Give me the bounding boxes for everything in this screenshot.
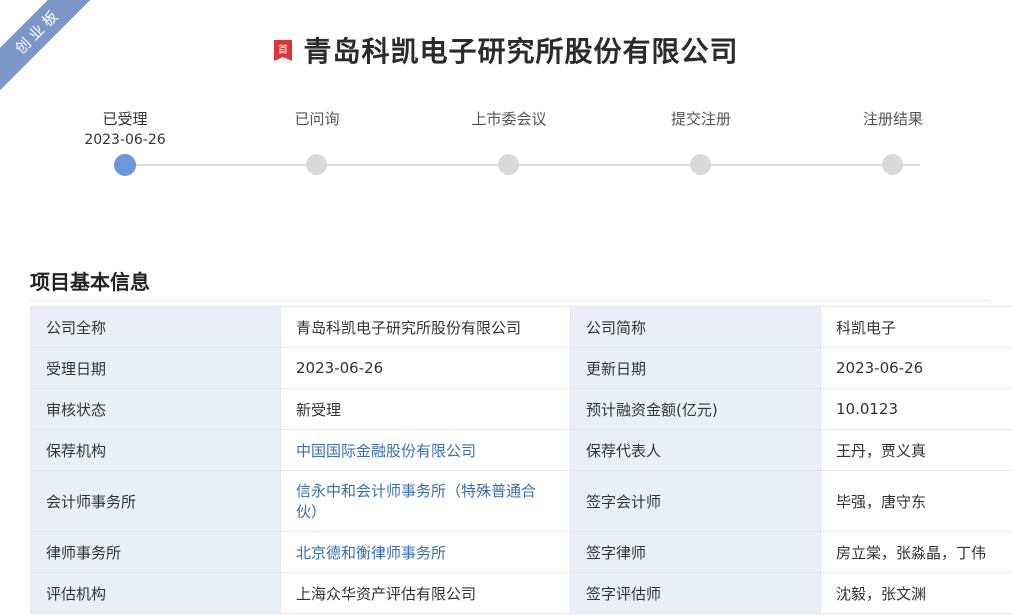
project-info-table: 公司全称 青岛科凯电子研究所股份有限公司 公司简称 科凯电子 受理日期 2023…: [30, 306, 1012, 614]
field-value: 2023-06-26: [820, 347, 1012, 389]
field-label: 保荐代表人: [570, 429, 821, 471]
section-title: 项目基本信息: [30, 270, 150, 294]
step-registration-result: 注册结果: [818, 108, 968, 175]
step-date: [818, 130, 968, 150]
step-dot: [690, 154, 711, 175]
field-value: 房立棠，张淼晶，丁伟: [820, 531, 1012, 573]
field-label: 评估机构: [30, 572, 281, 614]
step-date: 2023-06-26: [84, 132, 166, 148]
field-value: 新受理: [280, 388, 571, 430]
step-label: 注册结果: [862, 110, 923, 128]
field-label: 预计融资金额(亿元): [570, 388, 821, 430]
table-row: 受理日期 2023-06-26 更新日期 2023-06-26: [30, 347, 1012, 389]
field-value: 上海众华资产评估有限公司: [280, 572, 571, 614]
page-title: 青岛科凯电子研究所股份有限公司: [303, 35, 739, 68]
field-value: 青岛科凯电子研究所股份有限公司: [280, 306, 571, 348]
field-label: 会计师事务所: [30, 470, 281, 532]
field-label: 受理日期: [30, 347, 281, 389]
progress-steps: 已受理 2023-06-26 已问询 上市委会议 提交注册 注册结果: [30, 108, 990, 188]
field-label: 签字会计师: [570, 470, 821, 532]
field-value: 沈毅，张文渊: [820, 572, 1012, 614]
law-firm-link[interactable]: 北京德和衡律师事务所: [280, 531, 571, 573]
step-dot: [882, 154, 903, 175]
field-value: 2023-06-26: [280, 347, 571, 389]
step-dot: [498, 154, 519, 175]
step-inquired: 已问询: [242, 108, 392, 175]
table-row: 审核状态 新受理 预计融资金额(亿元) 10.0123: [30, 388, 1012, 430]
step-dot: [306, 154, 327, 175]
step-label: 提交注册: [670, 110, 731, 128]
progress-track: [125, 164, 920, 166]
step-listing-committee: 上市委会议: [434, 108, 584, 175]
field-value: 科凯电子: [820, 306, 1012, 348]
field-value: 王丹，贾义真: [820, 429, 1012, 471]
field-value: 10.0123: [820, 388, 1012, 430]
step-label: 已问询: [294, 110, 340, 128]
sponsor-link[interactable]: 中国国际金融股份有限公司: [280, 429, 571, 471]
step-label: 上市委会议: [471, 110, 547, 128]
step-date: [626, 130, 776, 150]
table-row: 保荐机构 中国国际金融股份有限公司 保荐代表人 王丹，贾义真: [30, 429, 1012, 471]
field-label: 公司全称: [30, 306, 281, 348]
field-label: 更新日期: [570, 347, 821, 389]
section-divider: [30, 300, 990, 301]
table-row: 公司全称 青岛科凯电子研究所股份有限公司 公司简称 科凯电子: [30, 306, 1012, 348]
table-row: 会计师事务所 信永中和会计师事务所（特殊普通合伙） 签字会计师 毕强，唐守东: [30, 470, 1012, 532]
field-label: 审核状态: [30, 388, 281, 430]
field-label: 律师事务所: [30, 531, 281, 573]
step-dot-active: [114, 154, 136, 176]
step-accepted: 已受理 2023-06-26: [50, 108, 200, 176]
table-row: 律师事务所 北京德和衡律师事务所 签字律师 房立棠，张淼晶，丁伟: [30, 531, 1012, 573]
shou-badge-icon: 首: [273, 39, 293, 61]
step-label: 已受理: [102, 110, 148, 128]
field-label: 保荐机构: [30, 429, 281, 471]
field-label: 签字律师: [570, 531, 821, 573]
page-header: 首 青岛科凯电子研究所股份有限公司: [0, 30, 1012, 70]
accounting-firm-link[interactable]: 信永中和会计师事务所（特殊普通合伙）: [280, 470, 571, 532]
step-date: [434, 130, 584, 150]
shou-badge-text: 首: [278, 43, 288, 56]
step-date: [242, 130, 392, 150]
table-row: 评估机构 上海众华资产评估有限公司 签字评估师 沈毅，张文渊: [30, 572, 1012, 614]
step-submit-registration: 提交注册: [626, 108, 776, 175]
field-label: 签字评估师: [570, 572, 821, 614]
field-label: 公司简称: [570, 306, 821, 348]
field-value: 毕强，唐守东: [820, 470, 1012, 532]
